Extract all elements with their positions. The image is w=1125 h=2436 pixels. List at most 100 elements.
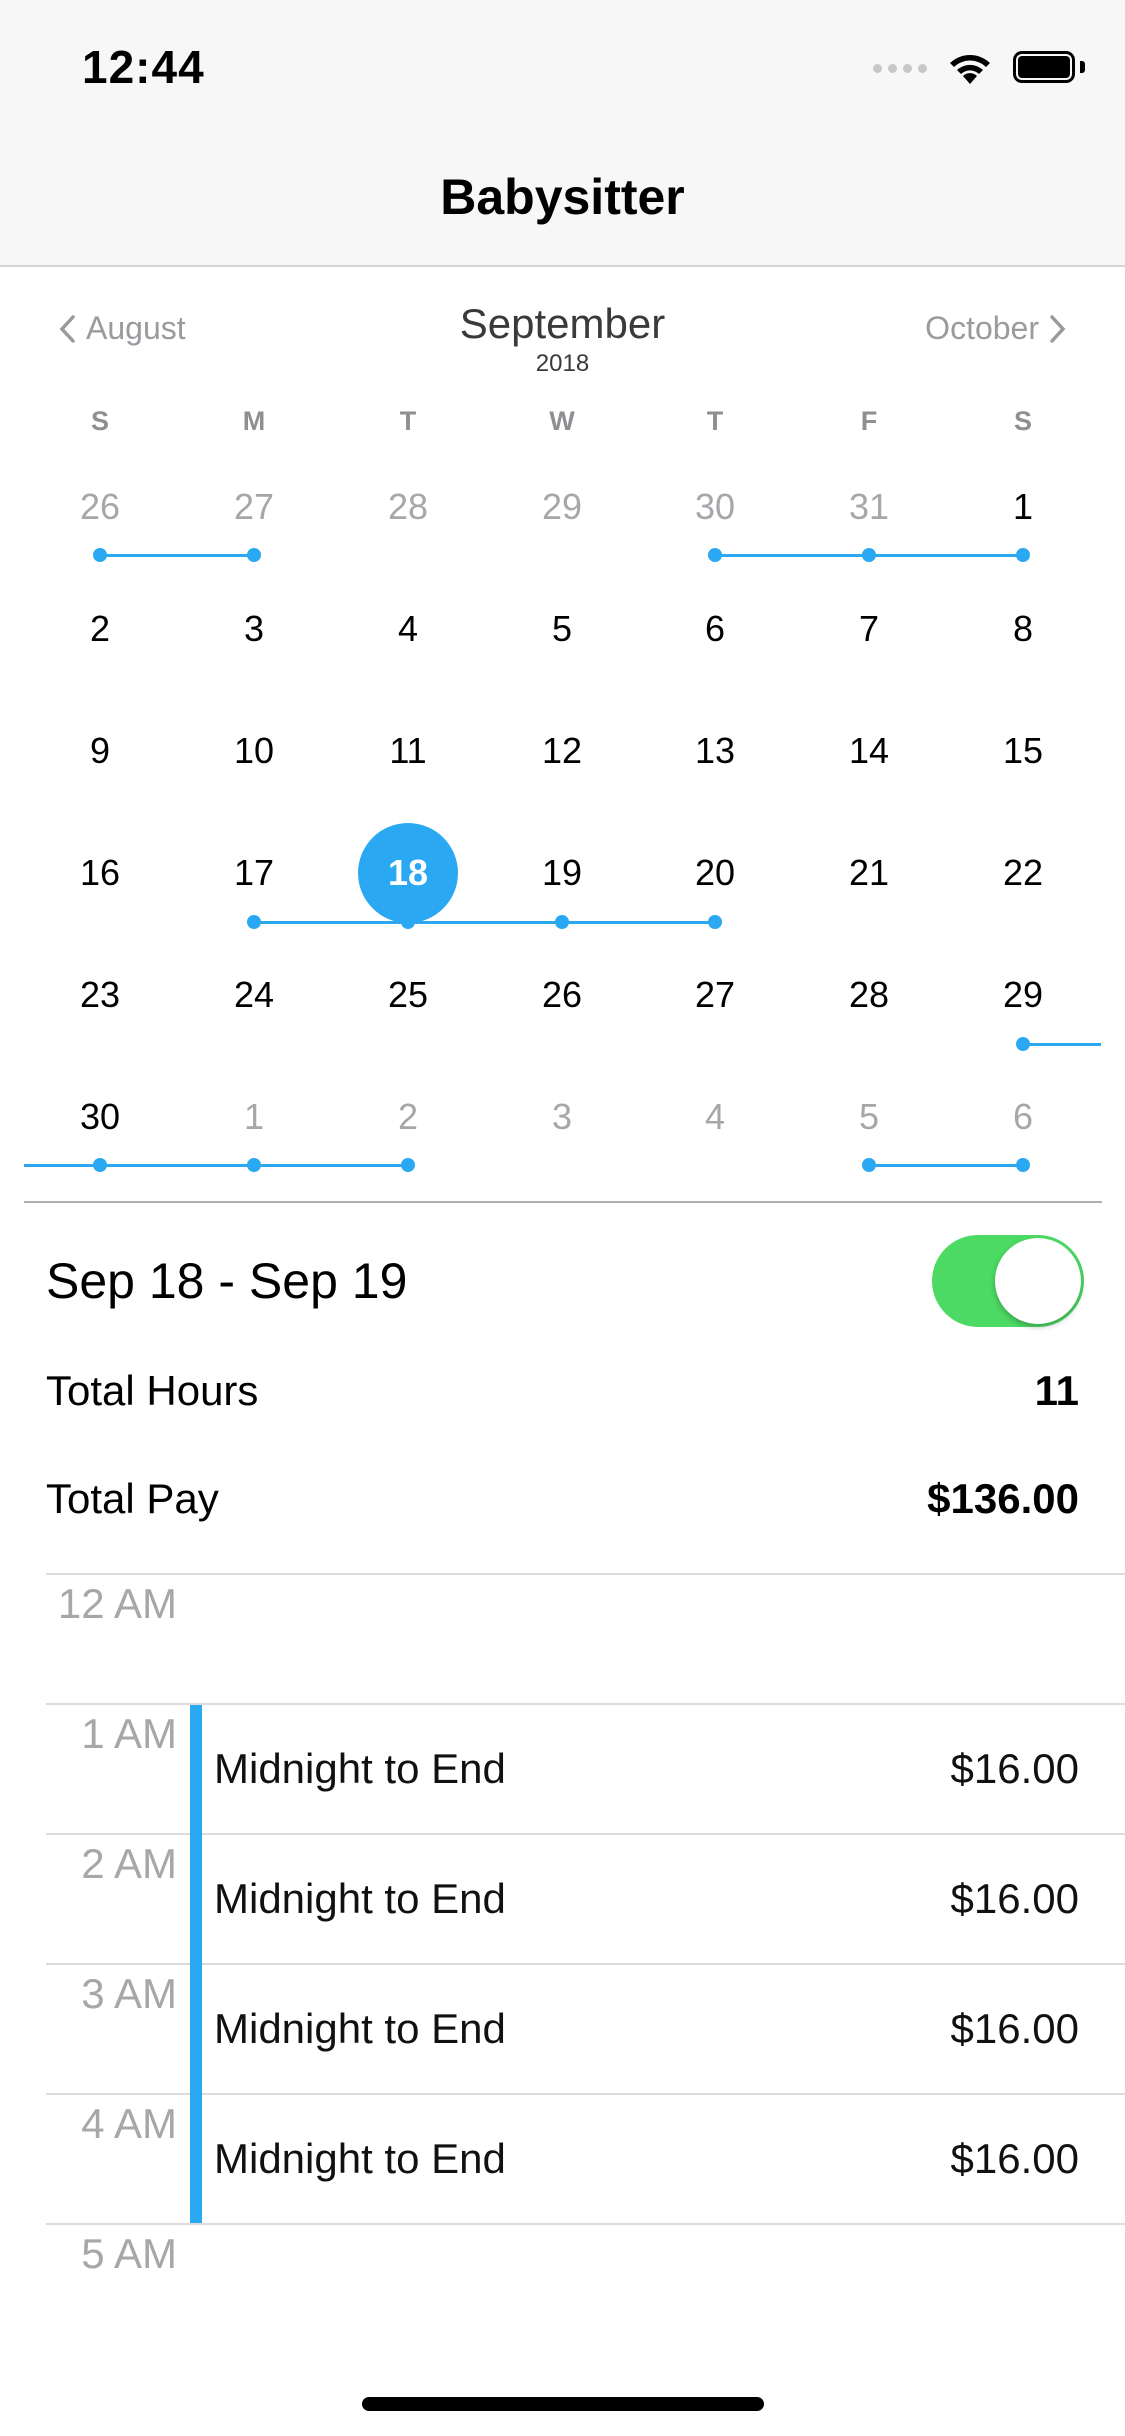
- booking-range-line: [869, 1164, 1023, 1167]
- booking-dot: [862, 1158, 876, 1172]
- hour-label: 4 AM: [81, 2100, 177, 2147]
- calendar-day[interactable]: 10: [204, 721, 304, 781]
- booking-dot: [401, 1158, 415, 1172]
- schedule-accent-bar: [190, 1705, 202, 2223]
- hour-label: 1 AM: [81, 1710, 177, 1757]
- booking-dot: [862, 548, 876, 562]
- timeline-divider: [46, 1833, 1125, 1835]
- calendar-day[interactable]: 20: [665, 843, 765, 903]
- booking-dot: [1016, 1037, 1030, 1051]
- cellular-signal-icon: [873, 63, 927, 73]
- calendar-day[interactable]: 25: [358, 965, 458, 1025]
- range-toggle[interactable]: [932, 1235, 1084, 1327]
- weekday-label: S: [90, 406, 109, 436]
- calendar-day-selected[interactable]: 18: [358, 823, 458, 923]
- schedule-entry-amount: $16.00: [950, 2135, 1079, 2182]
- calendar-divider: [24, 1201, 1102, 1203]
- navigation-bar: 12:44 Babysitter: [0, 0, 1125, 267]
- calendar-day[interactable]: 28: [819, 965, 919, 1025]
- calendar-day[interactable]: 29: [512, 477, 612, 537]
- current-year: 2018: [535, 350, 590, 377]
- calendar-day[interactable]: 9: [50, 721, 150, 781]
- calendar-day[interactable]: 2: [358, 1087, 458, 1147]
- calendar-day[interactable]: 4: [358, 599, 458, 659]
- total-pay-value: $136.00: [927, 1475, 1079, 1522]
- calendar-day[interactable]: 5: [512, 599, 612, 659]
- calendar-day[interactable]: 19: [512, 843, 612, 903]
- calendar-day[interactable]: 16: [50, 843, 150, 903]
- calendar-day[interactable]: 27: [665, 965, 765, 1025]
- calendar-day[interactable]: 29: [973, 965, 1073, 1025]
- total-hours-value: 11: [1034, 1367, 1079, 1414]
- next-month-button[interactable]: October: [925, 310, 1067, 347]
- calendar-day[interactable]: 26: [50, 477, 150, 537]
- status-time: 12:44: [82, 41, 205, 93]
- calendar-day[interactable]: 8: [973, 599, 1073, 659]
- schedule-entry-amount: $16.00: [950, 1745, 1079, 1792]
- timeline-divider: [46, 1573, 1125, 1575]
- calendar-day[interactable]: 13: [665, 721, 765, 781]
- calendar-day[interactable]: 4: [665, 1087, 765, 1147]
- calendar-day[interactable]: 28: [358, 477, 458, 537]
- timeline-divider: [46, 1963, 1125, 1965]
- next-month-label: October: [925, 310, 1039, 346]
- calendar-day[interactable]: 7: [819, 599, 919, 659]
- calendar-day[interactable]: 3: [512, 1087, 612, 1147]
- schedule-entry-label[interactable]: Midnight to End: [214, 1875, 506, 1923]
- calendar-day[interactable]: 3: [204, 599, 304, 659]
- booking-dot: [555, 915, 569, 929]
- month-header: August September 2018 October: [0, 280, 1125, 390]
- status-icons: [873, 48, 1085, 88]
- calendar-day[interactable]: 15: [973, 721, 1073, 781]
- weekday-label: S: [1013, 406, 1032, 436]
- calendar-day[interactable]: 6: [665, 599, 765, 659]
- booking-range-line: [1023, 1043, 1101, 1046]
- page-title: Babysitter: [440, 169, 685, 225]
- calendar-day[interactable]: 14: [819, 721, 919, 781]
- weekday-label: W: [549, 406, 575, 436]
- schedule-entry-amount: $16.00: [950, 1875, 1079, 1922]
- calendar-day[interactable]: 1: [204, 1087, 304, 1147]
- schedule-entry-amount: $16.00: [950, 2005, 1079, 2052]
- weekday-header: S M T W T F S: [0, 400, 1125, 440]
- home-indicator[interactable]: [362, 2397, 764, 2411]
- calendar-day[interactable]: 1: [973, 477, 1073, 537]
- booking-dot: [708, 915, 722, 929]
- selected-range-title: Sep 18 - Sep 19: [46, 1253, 408, 1309]
- calendar-day[interactable]: 30: [665, 477, 765, 537]
- booking-dot: [708, 548, 722, 562]
- battery-icon: [1013, 51, 1085, 85]
- calendar-day[interactable]: 22: [973, 843, 1073, 903]
- timeline-divider: [46, 2223, 1125, 2225]
- calendar-day[interactable]: 31: [819, 477, 919, 537]
- calendar-day[interactable]: 6: [973, 1087, 1073, 1147]
- calendar-day[interactable]: 26: [512, 965, 612, 1025]
- schedule-entry-label[interactable]: Midnight to End: [214, 1745, 506, 1793]
- booking-range-line: [100, 554, 254, 557]
- booking-dot: [1016, 1158, 1030, 1172]
- calendar-day[interactable]: 27: [204, 477, 304, 537]
- toggle-knob: [995, 1238, 1081, 1324]
- calendar-day[interactable]: 21: [819, 843, 919, 903]
- hour-label: 2 AM: [81, 1840, 177, 1887]
- calendar-day[interactable]: 12: [512, 721, 612, 781]
- hour-label: 12 AM: [57, 1580, 177, 1627]
- calendar-day[interactable]: 23: [50, 965, 150, 1025]
- chevron-right-icon: [1050, 314, 1066, 343]
- timeline-divider: [46, 2093, 1125, 2095]
- booking-range-line: [24, 1164, 408, 1167]
- calendar-day[interactable]: 17: [204, 843, 304, 903]
- booking-dot: [93, 1158, 107, 1172]
- calendar-day[interactable]: 2: [50, 599, 150, 659]
- schedule-entry-label[interactable]: Midnight to End: [214, 2005, 506, 2053]
- weekday-label: F: [860, 406, 878, 436]
- calendar-day[interactable]: 24: [204, 965, 304, 1025]
- schedule-entry-label[interactable]: Midnight to End: [214, 2135, 506, 2183]
- weekday-label: M: [242, 406, 266, 436]
- calendar-day[interactable]: 11: [358, 721, 458, 781]
- calendar-day[interactable]: 30: [50, 1087, 150, 1147]
- booking-range-line: [254, 921, 715, 924]
- booking-range-line: [715, 554, 1023, 557]
- total-hours-label: Total Hours: [46, 1367, 259, 1414]
- calendar-day[interactable]: 5: [819, 1087, 919, 1147]
